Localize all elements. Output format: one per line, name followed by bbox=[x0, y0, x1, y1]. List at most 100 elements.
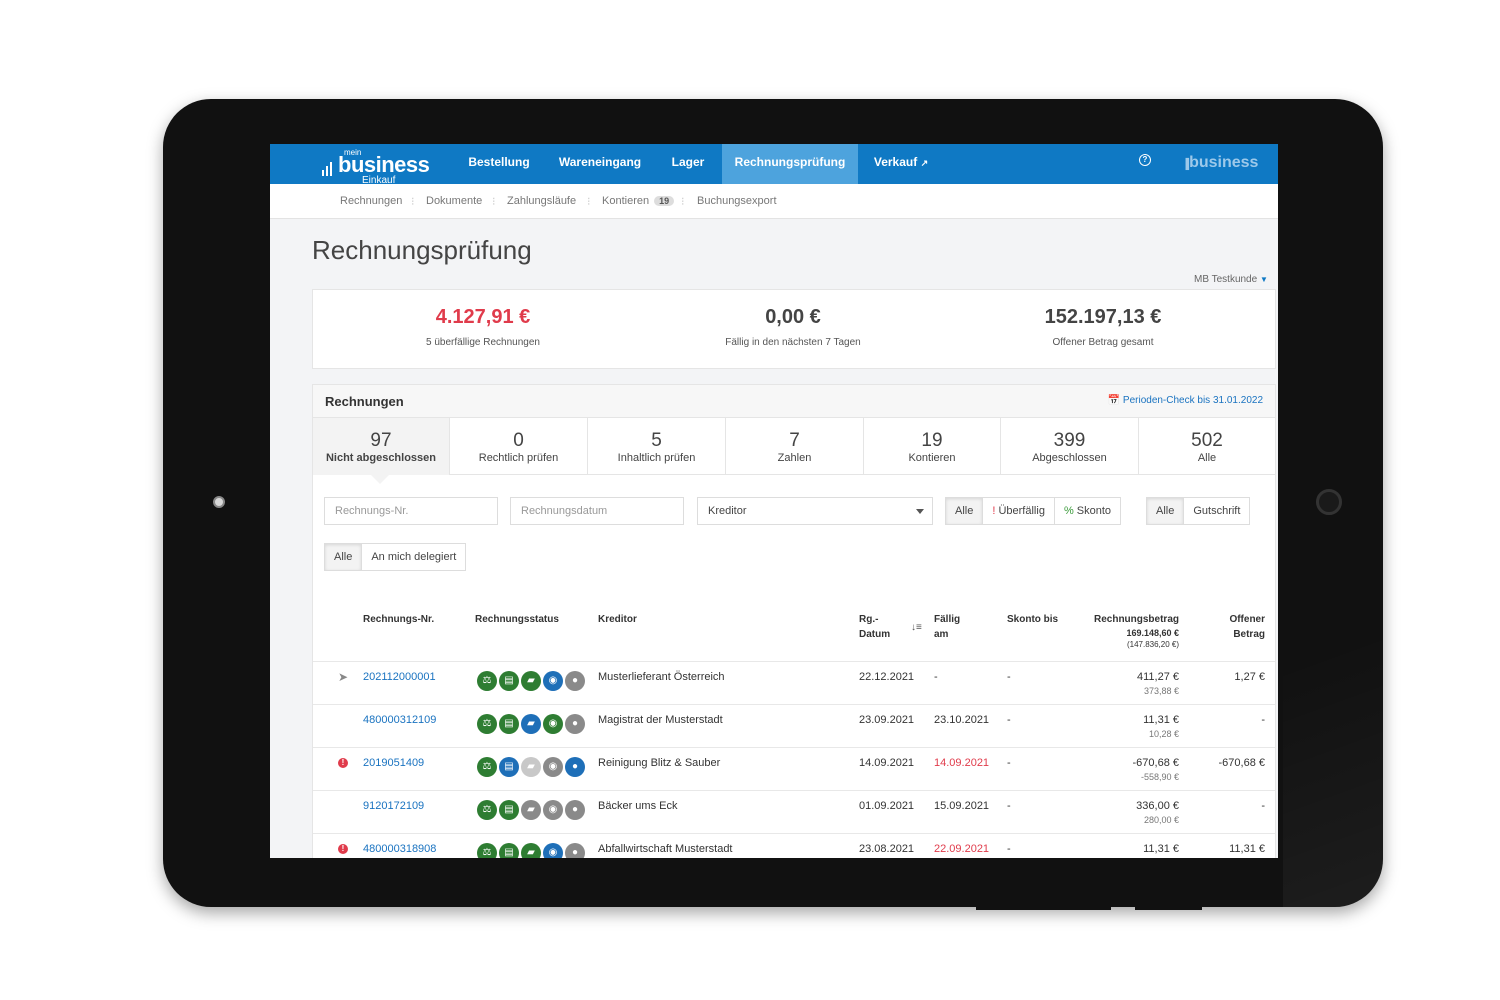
invoice-amount-net: -558,90 € bbox=[1140, 772, 1179, 782]
table-row[interactable]: 9120172109 ⚖ ▤ ▰ ◉ ● Bäcker ums Eck 01.09.2021 1… bbox=[313, 790, 1275, 833]
payment-icon[interactable]: ◉ bbox=[543, 843, 563, 858]
discount-until: - bbox=[1007, 800, 1011, 812]
subnav-rechnungen[interactable]: Rechnungen bbox=[340, 195, 402, 207]
tab-count: 0 bbox=[513, 430, 524, 451]
delegation-all-button[interactable]: Alle bbox=[325, 544, 363, 570]
invoice-date-input[interactable]: Rechnungsdatum bbox=[510, 497, 684, 525]
tab-abgeschlossen[interactable]: 399 Abgeschlossen bbox=[1001, 418, 1139, 475]
customer-selector[interactable]: MB Testkunde ▼ bbox=[1194, 274, 1268, 285]
payment-icon[interactable]: ◉ bbox=[543, 800, 563, 820]
kpi-due-soon-value: 0,00 € bbox=[765, 306, 821, 328]
table-row[interactable]: ➤ 202112000001 ⚖ ▤ ▰ ◉ ● Musterlieferant Österr… bbox=[313, 661, 1275, 704]
legal-check-icon[interactable]: ⚖ bbox=[477, 843, 497, 858]
col-amount-total: 169.148,60 € bbox=[1126, 628, 1179, 638]
comment-icon[interactable]: ● bbox=[565, 714, 585, 734]
table-row[interactable]: ! 2019051409 ⚖ ▤ ▰ ◉ ● Reinigung Blitz & Sauber… bbox=[313, 747, 1275, 790]
col-invoice-no[interactable]: Rechnungs-Nr. bbox=[363, 612, 434, 627]
filter-overdue-button[interactable]: ! Überfällig bbox=[983, 498, 1055, 524]
col-discount-until[interactable]: Skonto bis bbox=[1007, 612, 1058, 627]
invoice-date: 22.12.2021 bbox=[859, 671, 915, 683]
col-invoice-date[interactable]: Rg.- Datum bbox=[859, 612, 890, 642]
filter-all-button[interactable]: Alle bbox=[946, 498, 984, 524]
invoice-amount-gross: 336,00 € bbox=[1136, 800, 1179, 812]
content-check-icon[interactable]: ▰ bbox=[521, 843, 541, 858]
invoice-number-link[interactable]: 9120172109 bbox=[363, 800, 424, 812]
subnav-separator: ⁝ bbox=[411, 196, 415, 208]
document-icon[interactable]: ▤ bbox=[499, 671, 519, 691]
legal-check-icon[interactable]: ⚖ bbox=[477, 757, 497, 777]
content-check-icon[interactable]: ▰ bbox=[521, 714, 541, 734]
comment-icon[interactable]: ● bbox=[565, 800, 585, 820]
invoice-date: 23.09.2021 bbox=[859, 714, 915, 726]
tab-rechtlich-pruefen[interactable]: 0 Rechtlich prüfen bbox=[450, 418, 588, 475]
payment-icon[interactable]: ◉ bbox=[543, 671, 563, 691]
payment-icon[interactable]: ◉ bbox=[543, 714, 563, 734]
tab-zahlen[interactable]: 7 Zahlen bbox=[726, 418, 864, 475]
tab-label: Zahlen bbox=[777, 452, 812, 464]
sort-desc-icon[interactable]: ↓≡ bbox=[911, 620, 922, 635]
invoice-number-link[interactable]: 202112000001 bbox=[363, 671, 436, 683]
subnav-zahlungslaeufe[interactable]: Zahlungsläufe bbox=[507, 195, 576, 207]
comment-icon[interactable]: ● bbox=[565, 843, 585, 858]
legal-check-icon[interactable]: ⚖ bbox=[477, 714, 497, 734]
status-icons: ⚖ ▤ ▰ ◉ ● bbox=[477, 757, 585, 777]
tab-label: Abgeschlossen bbox=[1032, 452, 1107, 464]
nav-verkauf[interactable]: Verkauf ↗ bbox=[868, 144, 934, 184]
invoice-date: 23.08.2021 bbox=[859, 843, 915, 855]
comment-icon[interactable]: ● bbox=[565, 757, 585, 777]
delegated-to-me-button[interactable]: An mich delegiert bbox=[362, 544, 465, 570]
status-icons: ⚖ ▤ ▰ ◉ ● bbox=[477, 843, 585, 858]
nav-wareneingang[interactable]: Wareneingang bbox=[550, 144, 650, 184]
col-open-amount[interactable]: Offener Betrag bbox=[1193, 612, 1265, 642]
tab-nicht-abgeschlossen[interactable]: 97 Nicht abgeschlossen bbox=[313, 418, 450, 475]
tab-alle[interactable]: 502 Alle bbox=[1139, 418, 1275, 475]
document-icon[interactable]: ▤ bbox=[499, 714, 519, 734]
filter-discount-button[interactable]: % Skonto bbox=[1055, 498, 1120, 524]
tablet-camera-left bbox=[213, 496, 225, 508]
tab-inhaltlich-pruefen[interactable]: 5 Inhaltlich prüfen bbox=[588, 418, 726, 475]
due-date: 23.10.2021 bbox=[934, 714, 990, 726]
help-icon[interactable]: ? bbox=[1139, 154, 1151, 166]
col-due-date[interactable]: Fällig am bbox=[934, 612, 960, 642]
document-icon[interactable]: ▤ bbox=[499, 800, 519, 820]
legal-check-icon[interactable]: ⚖ bbox=[477, 671, 497, 691]
table-row[interactable]: ! 480000318908 ⚖ ▤ ▰ ◉ ● Abfallwirtschaft Muste… bbox=[313, 833, 1275, 858]
type-all-button[interactable]: Alle bbox=[1147, 498, 1185, 524]
invoice-number-input[interactable]: Rechnungs-Nr. bbox=[324, 497, 498, 525]
table-row[interactable]: 480000312109 ⚖ ▤ ▰ ◉ ● Magistrat der Mustersta… bbox=[313, 704, 1275, 747]
overdue-warning-icon: ! bbox=[338, 844, 348, 854]
period-check-link[interactable]: 📅 Perioden-Check bis 31.01.2022 bbox=[1108, 395, 1263, 406]
type-credit-button[interactable]: Gutschrift bbox=[1184, 498, 1249, 524]
kpi-open-total: 152.197,13 € Offener Betrag gesamt bbox=[953, 306, 1253, 348]
filter-overdue-label: Überfällig bbox=[998, 505, 1045, 517]
nav-rechnungspruefung[interactable]: Rechnungsprüfung bbox=[722, 144, 858, 184]
logo-bars-icon bbox=[322, 162, 338, 176]
subnav-dokumente[interactable]: Dokumente bbox=[426, 195, 482, 207]
content-check-icon[interactable]: ▰ bbox=[521, 671, 541, 691]
creditor-name: Reinigung Blitz & Sauber bbox=[598, 757, 721, 769]
payment-icon[interactable]: ◉ bbox=[543, 757, 563, 777]
subnav-buchungsexport[interactable]: Buchungsexport bbox=[697, 195, 777, 207]
document-icon[interactable]: ▤ bbox=[499, 843, 519, 858]
kpi-overdue-label: 5 überfällige Rechnungen bbox=[426, 337, 540, 348]
document-icon[interactable]: ▤ bbox=[499, 757, 519, 777]
col-status[interactable]: Rechnungsstatus bbox=[475, 612, 559, 627]
col-amount[interactable]: Rechnungsbetrag 169.148,60 € (147.836,20… bbox=[1079, 612, 1179, 651]
col-creditor[interactable]: Kreditor bbox=[598, 612, 637, 627]
comment-icon[interactable]: ● bbox=[565, 671, 585, 691]
legal-check-icon[interactable]: ⚖ bbox=[477, 800, 497, 820]
subnav-kontieren[interactable]: Kontieren 19 bbox=[602, 195, 675, 207]
discount-until: - bbox=[1007, 757, 1011, 769]
creditor-select[interactable]: Kreditor bbox=[697, 497, 933, 525]
nav-lager[interactable]: Lager bbox=[662, 144, 714, 184]
invoice-number-link[interactable]: 2019051409 bbox=[363, 757, 424, 769]
invoice-number-link[interactable]: 480000312109 bbox=[363, 714, 436, 726]
app-logo[interactable]: mein business Einkauf bbox=[322, 148, 432, 187]
content-check-icon[interactable]: ▰ bbox=[521, 800, 541, 820]
content-check-icon[interactable]: ▰ bbox=[521, 757, 541, 777]
invoice-number-link[interactable]: 480000318908 bbox=[363, 843, 436, 855]
invoices-panel: Rechnungen 📅 Perioden-Check bis 31.01.20… bbox=[312, 384, 1276, 858]
invoices-panel-header: Rechnungen 📅 Perioden-Check bis 31.01.20… bbox=[313, 385, 1275, 418]
nav-bestellung[interactable]: Bestellung bbox=[456, 144, 542, 184]
tab-kontieren[interactable]: 19 Kontieren bbox=[864, 418, 1001, 475]
